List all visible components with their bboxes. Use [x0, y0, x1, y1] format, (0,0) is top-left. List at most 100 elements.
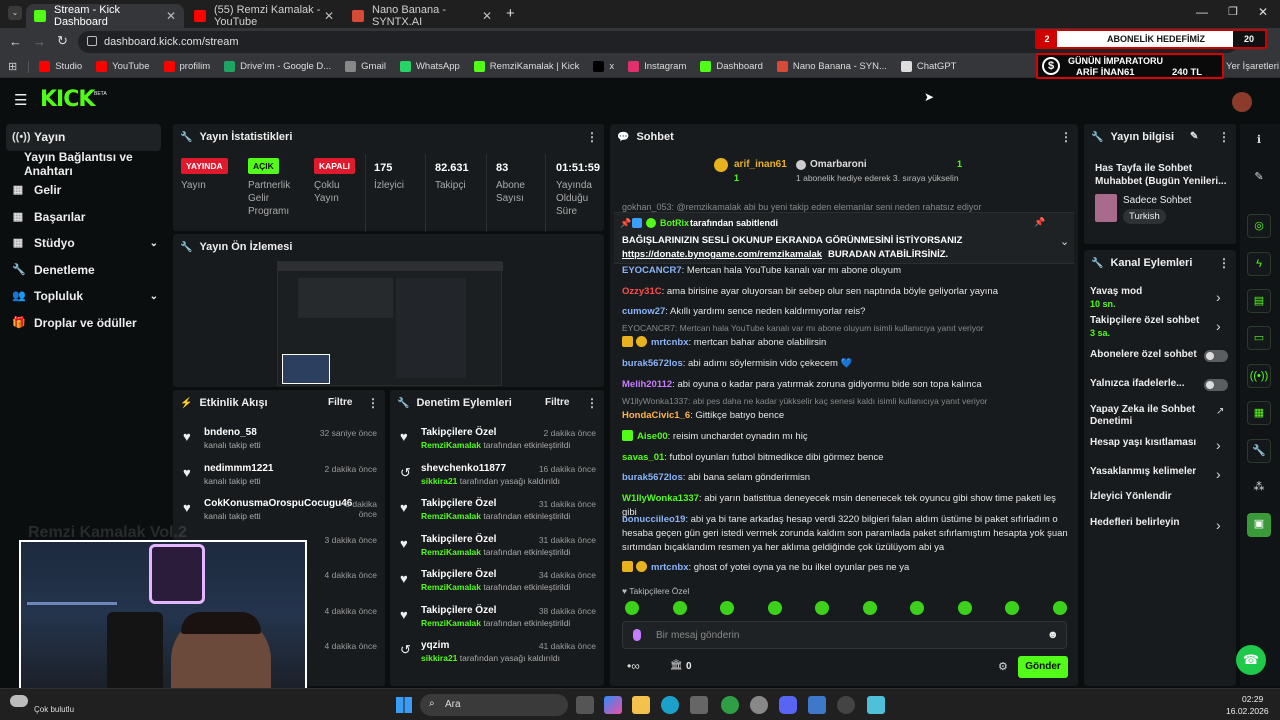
- copilot-icon[interactable]: [604, 696, 622, 714]
- top-gifter-name[interactable]: arif_inan61: [734, 159, 787, 170]
- activity-user[interactable]: nedimmm1221: [204, 463, 273, 474]
- site-info-icon[interactable]: [87, 36, 97, 46]
- moderator-name[interactable]: RemziKamalak: [421, 440, 481, 450]
- close-tab-icon[interactable]: ✕: [482, 9, 492, 23]
- moderator-name[interactable]: sikkira21: [421, 476, 457, 486]
- kebab-icon[interactable]: ⋮: [586, 130, 598, 144]
- emote-icon[interactable]: [910, 601, 924, 615]
- toggle-switch[interactable]: [1204, 379, 1228, 391]
- chevron-right-icon[interactable]: ›: [1216, 466, 1221, 482]
- edit-icon[interactable]: ✎: [1247, 166, 1271, 190]
- sidebar-item[interactable]: 🎁 Droplar ve ödüller: [0, 310, 170, 337]
- emoji-picker-icon[interactable]: ☻: [1047, 629, 1059, 641]
- app-icon[interactable]: [808, 696, 826, 714]
- edit-icon[interactable]: ✎: [1190, 131, 1198, 142]
- chat-username[interactable]: bonucciileo19: [622, 514, 685, 525]
- send-button[interactable]: Gönder: [1018, 656, 1068, 678]
- taskbar-search[interactable]: ⌕ Ara: [420, 694, 568, 716]
- chevron-down-icon[interactable]: ⌄: [150, 291, 158, 302]
- emote-icon[interactable]: [957, 601, 972, 615]
- pinned-link[interactable]: https://donate.bynogame.com/remzikamalak: [622, 249, 822, 260]
- weather-icon[interactable]: [10, 695, 28, 707]
- category-name[interactable]: Sadece Sohbet: [1123, 195, 1191, 206]
- bookmark-item[interactable]: Studio: [39, 61, 82, 72]
- chatgpt-icon[interactable]: [750, 696, 768, 714]
- windows-start-icon[interactable]: [396, 697, 412, 713]
- bookmark-item[interactable]: Instagram: [628, 61, 686, 72]
- emote-icon[interactable]: [815, 601, 829, 615]
- chat-username[interactable]: burak5672los: [622, 358, 683, 369]
- chat-username[interactable]: Ozzy31C: [622, 286, 662, 297]
- close-tab-icon[interactable]: ✕: [166, 9, 176, 23]
- kebab-icon[interactable]: ⋮: [367, 396, 379, 410]
- chat-username[interactable]: mrtcnbx: [651, 337, 688, 348]
- activity-user[interactable]: bndeno_58: [204, 427, 257, 438]
- kebab-icon[interactable]: ⋮: [1218, 130, 1230, 144]
- preview-video[interactable]: [277, 261, 503, 386]
- emote-icon[interactable]: [720, 601, 734, 615]
- sidebar-item[interactable]: ▦ Başarılar: [0, 204, 170, 231]
- unpin-icon[interactable]: 📌: [1034, 217, 1045, 228]
- filter-button[interactable]: Filtre: [545, 397, 569, 408]
- channel-action-item[interactable]: Yasaklanmış kelimeler: [1090, 466, 1200, 478]
- sidebar-item[interactable]: 👥 Topluluk ⌄: [0, 283, 170, 310]
- clock-time[interactable]: 02:29: [1242, 694, 1263, 704]
- chevron-right-icon[interactable]: ›: [1216, 289, 1221, 305]
- store-icon[interactable]: ▦: [1247, 401, 1271, 425]
- edge-icon[interactable]: [661, 696, 679, 714]
- channel-action-item[interactable]: Takipçilere özel sohbet 3 sa.: [1090, 315, 1200, 339]
- chat-username[interactable]: Melih20112: [622, 379, 672, 390]
- chat-settings-icon[interactable]: ⚙: [998, 660, 1008, 673]
- emote-icon[interactable]: [672, 601, 687, 615]
- emote-icon[interactable]: [767, 601, 782, 615]
- community-icon[interactable]: ⁂: [1247, 476, 1271, 500]
- bank-icon[interactable]: 🏛: [670, 660, 683, 671]
- apps-icon[interactable]: ⊞: [8, 60, 17, 73]
- expand-pinned-icon[interactable]: ⌄: [1060, 235, 1069, 248]
- kick-logo[interactable]: KICK: [40, 87, 95, 112]
- new-tab-icon[interactable]: +: [506, 5, 515, 22]
- mic-icon[interactable]: [633, 629, 641, 641]
- sidebar-item[interactable]: ▦ Gelir: [0, 177, 170, 204]
- chat-username[interactable]: W1llyWonka1337: [622, 493, 699, 504]
- forward-icon[interactable]: →: [33, 34, 46, 49]
- support-icon[interactable]: ☎: [1236, 645, 1266, 675]
- moderator-name[interactable]: sikkira21: [421, 653, 457, 663]
- chat-username[interactable]: Aise00: [637, 431, 668, 442]
- bookmark-item[interactable]: Gmail: [345, 61, 386, 72]
- toggle-switch[interactable]: [1204, 350, 1228, 362]
- tools-icon[interactable]: 🔧: [1247, 439, 1271, 463]
- channel-action-item[interactable]: Hedefleri belirleyin: [1090, 517, 1200, 529]
- task-view-icon[interactable]: [576, 696, 594, 714]
- poll-icon[interactable]: ▤: [1247, 289, 1271, 313]
- bookmark-item[interactable]: RemziKamalak | Kick: [473, 61, 579, 72]
- activity-user[interactable]: CokKonusmaOrospuCocugu46: [204, 498, 352, 509]
- channel-action-item[interactable]: Abonelere özel sohbet: [1090, 349, 1200, 361]
- close-window-icon[interactable]: ✕: [1258, 5, 1268, 19]
- chat-username[interactable]: mrtcnbx: [651, 562, 688, 573]
- bookmark-item[interactable]: Drive'ım - Google D...: [224, 61, 331, 72]
- moderator-name[interactable]: RemziKamalak: [421, 511, 481, 521]
- channel-action-item[interactable]: Hesap yaşı kısıtlaması: [1090, 437, 1200, 449]
- clock-date[interactable]: 16.02.2026: [1226, 706, 1269, 716]
- maximize-icon[interactable]: ❐: [1228, 5, 1238, 18]
- chevron-right-icon[interactable]: ›: [1216, 517, 1221, 533]
- bookmark-item[interactable]: profilim: [163, 61, 210, 72]
- kebab-icon[interactable]: ⋮: [586, 396, 598, 410]
- bookmark-item[interactable]: YouTube: [96, 61, 150, 72]
- reload-icon[interactable]: ↻: [57, 33, 68, 49]
- emote-icon[interactable]: [862, 601, 877, 615]
- clip-icon[interactable]: ◎: [1247, 214, 1271, 238]
- moderator-name[interactable]: RemziKamalak: [421, 582, 481, 592]
- bookmark-item[interactable]: x: [593, 61, 614, 72]
- notepad-icon[interactable]: [867, 696, 885, 714]
- back-icon[interactable]: ←: [9, 34, 22, 49]
- chrome-icon[interactable]: [721, 696, 739, 714]
- broadcast-icon[interactable]: ((•)): [1247, 364, 1271, 388]
- kebab-icon[interactable]: ⋮: [1060, 130, 1072, 144]
- external-link-icon[interactable]: ↗: [1216, 406, 1224, 417]
- info-icon[interactable]: ℹ: [1247, 129, 1271, 153]
- infinity-points-icon[interactable]: •∞: [627, 659, 640, 673]
- emote-icon[interactable]: [625, 601, 639, 615]
- channel-action-item[interactable]: İzleyici Yönlendir: [1090, 491, 1200, 503]
